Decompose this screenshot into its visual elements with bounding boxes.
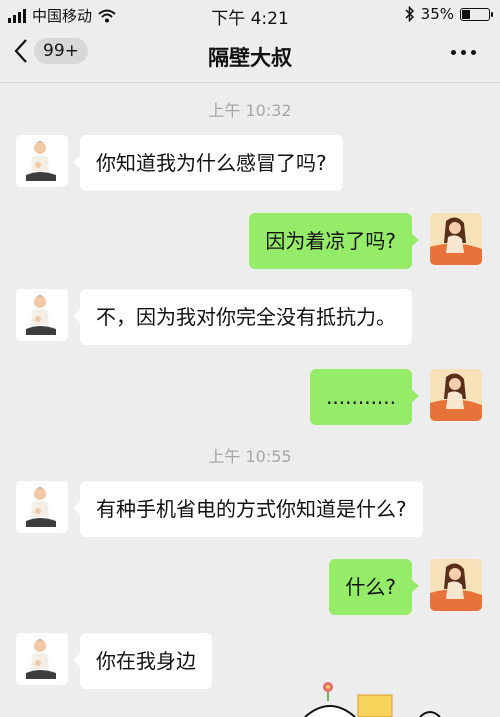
man-avatar-icon [16,135,68,187]
incoming-message-bubble[interactable]: 有种手机省电的方式你知道是什么? [73,481,423,537]
unread-badge: 99+ [34,38,88,64]
status-bar: 中国移动 下午 4:21 35% [0,0,500,30]
timestamp: 上午 10:55 [208,447,292,466]
avatar[interactable] [16,135,68,187]
avatar[interactable] [16,289,68,341]
bluetooth-icon [405,6,414,22]
status-right: 35% [405,5,493,23]
incoming-message-bubble[interactable]: 不，因为我对你完全没有抵抗力。 [73,289,412,345]
chat-header: 99+ 隔壁大叔 [0,30,500,83]
incoming-message-bubble[interactable]: 你在我身边 [73,633,212,689]
avatar[interactable] [16,481,68,533]
outgoing-message-bubble[interactable]: 因为着凉了吗? [249,213,419,269]
avatar[interactable] [430,369,482,421]
back-button[interactable]: 99+ [14,38,88,64]
chat-area[interactable]: 上午 10:32 你知道我为什么感冒了吗? 因为着凉了吗? 不，因为我对你完全没… [0,83,500,717]
woman-avatar-icon [430,213,482,265]
chevron-left-icon [14,39,27,63]
battery-icon [460,7,493,21]
more-dots-icon[interactable] [451,50,476,55]
outgoing-message-bubble[interactable]: ........... [310,369,419,425]
timestamp: 上午 10:32 [208,101,292,120]
outgoing-message-bubble[interactable]: 什么? [329,559,419,615]
woman-avatar-icon [430,559,482,611]
avatar[interactable] [430,559,482,611]
battery-percent: 35% [420,5,454,23]
sticker-image[interactable] [300,677,500,717]
avatar[interactable] [430,213,482,265]
man-avatar-icon [16,289,68,341]
flower-sticker-icon [304,682,441,717]
man-avatar-icon [16,633,68,685]
incoming-message-bubble[interactable]: 你知道我为什么感冒了吗? [73,135,343,191]
avatar[interactable] [16,633,68,685]
battery-fill [462,9,470,19]
man-avatar-icon [16,481,68,533]
woman-avatar-icon [430,369,482,421]
